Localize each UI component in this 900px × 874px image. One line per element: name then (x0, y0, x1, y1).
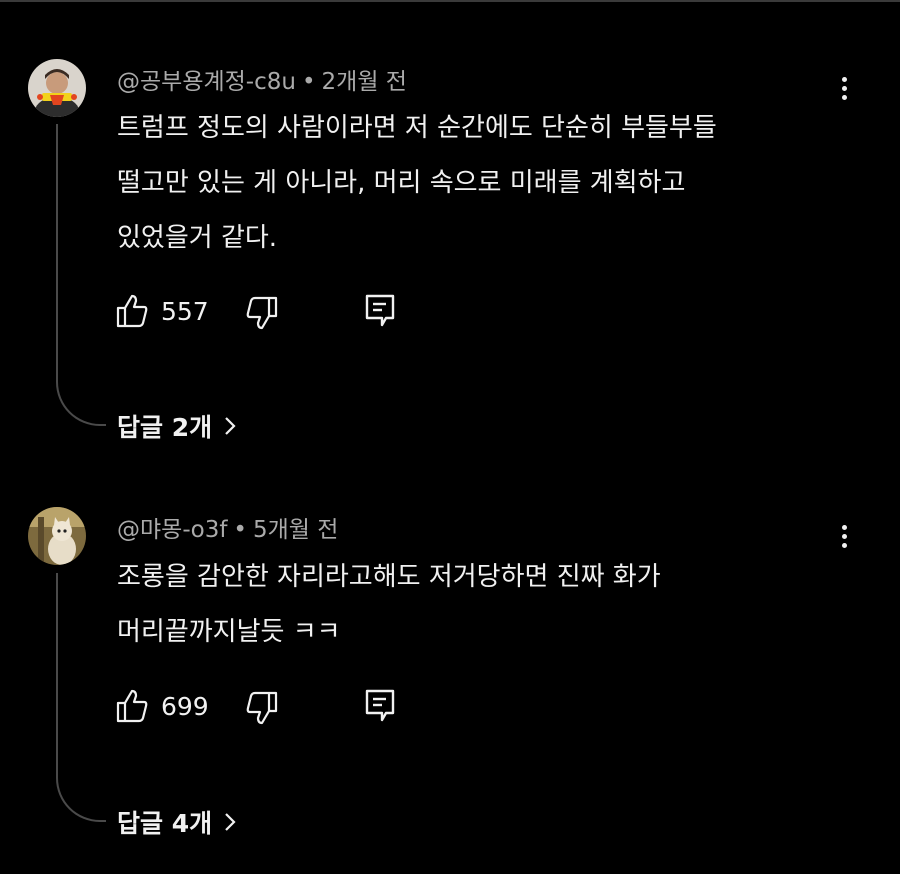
replies-label: 답글 4개 (117, 809, 213, 838)
dislike-button[interactable] (245, 295, 279, 331)
reply-thread-line (56, 124, 106, 426)
author-name[interactable]: @공부용계정-c8u (117, 69, 296, 95)
reply-icon (365, 689, 395, 722)
top-divider (0, 0, 900, 2)
comment-meta: @먀몽-o3f • 5개월 전 (117, 510, 338, 544)
thumbs-up-icon (116, 689, 148, 723)
thumbs-up-icon (116, 294, 148, 328)
timestamp[interactable]: 5개월 전 (253, 517, 338, 543)
reply-button[interactable] (364, 688, 396, 724)
more-vertical-icon[interactable] (830, 68, 858, 108)
reply-thread-line (56, 573, 106, 822)
reply-button[interactable] (364, 293, 396, 329)
comment-text: 조롱을 감안한 자리라고해도 저거당하면 진짜 화가 머리끝까지날듯 ㅋㅋ (117, 550, 817, 660)
like-count: 699 (161, 691, 209, 721)
dislike-button[interactable] (245, 690, 279, 726)
comment-meta: @공부용계정-c8u • 2개월 전 (117, 62, 407, 96)
comment-line: 머리끝까지날듯 ㅋㅋ (117, 617, 341, 647)
comment-line: 조롱을 감안한 자리라고해도 저거당하면 진짜 화가 (117, 562, 661, 592)
avatar-1[interactable] (28, 59, 86, 117)
like-count: 557 (161, 296, 209, 326)
replies-label: 답글 2개 (117, 413, 213, 442)
more-vertical-icon[interactable] (830, 516, 858, 556)
like-button[interactable]: 699 (115, 688, 209, 724)
like-button[interactable]: 557 (115, 293, 209, 329)
comment-line: 트럼프 정도의 사람이라면 저 순간에도 단순히 부들부들 (117, 113, 717, 143)
comment-line: 떨고만 있는 게 아니라, 머리 속으로 미래를 계획하고 (117, 168, 686, 198)
comment-text: 트럼프 정도의 사람이라면 저 순간에도 단순히 부들부들 떨고만 있는 게 아… (117, 101, 817, 266)
comment-line: 있었을거 같다. (117, 223, 278, 253)
chevron-right-icon (225, 417, 236, 435)
chevron-right-icon (225, 813, 236, 831)
thumbs-down-icon (246, 296, 278, 330)
cat-avatar-icon (28, 507, 86, 565)
view-replies-button[interactable]: 답글 4개 (117, 804, 238, 840)
person-avatar-icon (28, 59, 86, 117)
timestamp[interactable]: 2개월 전 (322, 69, 407, 95)
separator-dot: • (301, 69, 316, 95)
view-replies-button[interactable]: 답글 2개 (117, 408, 238, 444)
separator-dot: • (233, 517, 247, 543)
reply-icon (365, 294, 395, 327)
author-name[interactable]: @먀몽-o3f (117, 517, 227, 543)
thumbs-down-icon (246, 691, 278, 725)
avatar-2[interactable] (28, 507, 86, 565)
